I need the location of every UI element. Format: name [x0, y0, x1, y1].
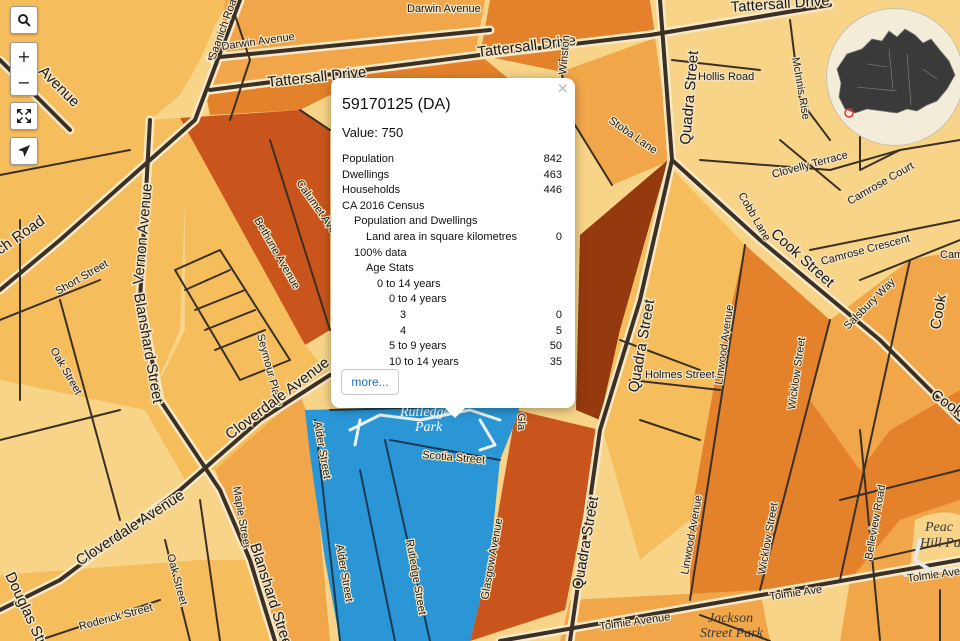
park-label: Jackson	[708, 611, 753, 626]
locate-button[interactable]	[10, 137, 38, 165]
popup-row-label: Population and Dwellings	[354, 215, 478, 228]
popup-title: 59170125 (DA)	[342, 96, 451, 113]
plus-icon: +	[17, 46, 31, 66]
popup-row: 30	[342, 308, 563, 324]
popup-row: Households 446	[342, 183, 563, 199]
popup-row: 0 to 14 years	[342, 277, 563, 293]
popup-row-value: 842	[543, 153, 562, 165]
zoom-in-button[interactable]: +	[10, 42, 38, 70]
popup-row-label: Population	[342, 153, 394, 165]
park-label: Hill Par	[919, 536, 960, 551]
minus-icon: −	[17, 72, 31, 92]
popup-row-label: 10 to 14 years	[389, 355, 459, 368]
canada-outline	[836, 28, 956, 118]
close-popup-button[interactable]: ×	[556, 80, 569, 96]
popup-row-value	[562, 261, 563, 277]
popup-row: 100% data	[342, 246, 563, 262]
street-label: Hollis Road	[698, 71, 754, 83]
popup-row-label: Dwellings	[342, 168, 390, 181]
popup-row-value: 50	[549, 340, 562, 353]
popup-row-value	[562, 246, 563, 262]
popup-row-value: 35	[549, 355, 562, 368]
more-button[interactable]: more...	[341, 369, 399, 395]
park-label: Street Park	[700, 626, 764, 641]
search-button[interactable]	[10, 6, 38, 34]
popup-row-label: 3	[400, 308, 407, 321]
popup-row: 0 to 4 years	[342, 292, 563, 308]
popup-row-value	[562, 292, 563, 308]
popup-row-label: Households	[342, 184, 401, 197]
popup-row-label: 0 to 14 years	[377, 277, 441, 290]
popup-row: Land area in square kilometres 0	[342, 230, 563, 246]
popup-row-value: 0	[555, 308, 562, 321]
popup-row: Age Stats	[342, 261, 563, 277]
popup-row-label: 5 to 9 years	[389, 340, 447, 353]
popup-row-value	[562, 277, 563, 293]
popup-row: 5 to 9 years 50	[342, 339, 563, 355]
street-label: Gla	[515, 413, 527, 431]
popup-row-label: Land area in square kilometres	[366, 230, 518, 243]
search-icon	[18, 14, 31, 27]
popup-row-value: 5	[555, 324, 562, 337]
fullscreen-icon	[17, 109, 31, 123]
popup-row: 45	[342, 324, 563, 340]
popup-row-value: 0	[555, 230, 562, 243]
popup-row-label: Age Stats	[366, 262, 414, 275]
feature-popup: × 59170125 (DA) Value: 750 Population 842…	[331, 78, 575, 418]
popup-row-label: 0 to 4 years	[389, 293, 447, 306]
popup-row-value: 446	[543, 184, 562, 197]
locate-arrow-icon	[18, 145, 30, 157]
popup-row-value	[562, 199, 563, 215]
fullscreen-button[interactable]	[10, 102, 38, 130]
popup-tip	[445, 408, 465, 418]
park-label: Park	[414, 420, 443, 435]
street-label: Darwin Avenue	[407, 3, 481, 15]
zoom-out-button[interactable]: −	[10, 69, 38, 96]
popup-row: 10 to 14 years 35	[342, 355, 563, 371]
popup-row: CA 2016 Census	[342, 199, 563, 215]
popup-row-label: 100% data	[354, 246, 407, 259]
street-label: Holmes Street	[645, 369, 715, 381]
popup-row-value	[562, 214, 563, 230]
overview-inset-map[interactable]	[826, 8, 960, 146]
popup-row: Population 842	[342, 152, 563, 168]
popup-row-label: CA 2016 Census	[342, 199, 425, 212]
popup-value: Value: 750	[342, 125, 404, 140]
popup-row-label: 4	[400, 324, 407, 337]
park-label: Peac	[924, 520, 954, 535]
popup-row: Dwellings 463	[342, 168, 563, 184]
popup-attribute-list: Population 842 Dwellings 463 Households 446 CA…	[342, 152, 563, 370]
popup-row: Population and Dwellings	[342, 214, 563, 230]
popup-row-value: 463	[543, 168, 562, 181]
street-label: Cam	[940, 249, 960, 261]
